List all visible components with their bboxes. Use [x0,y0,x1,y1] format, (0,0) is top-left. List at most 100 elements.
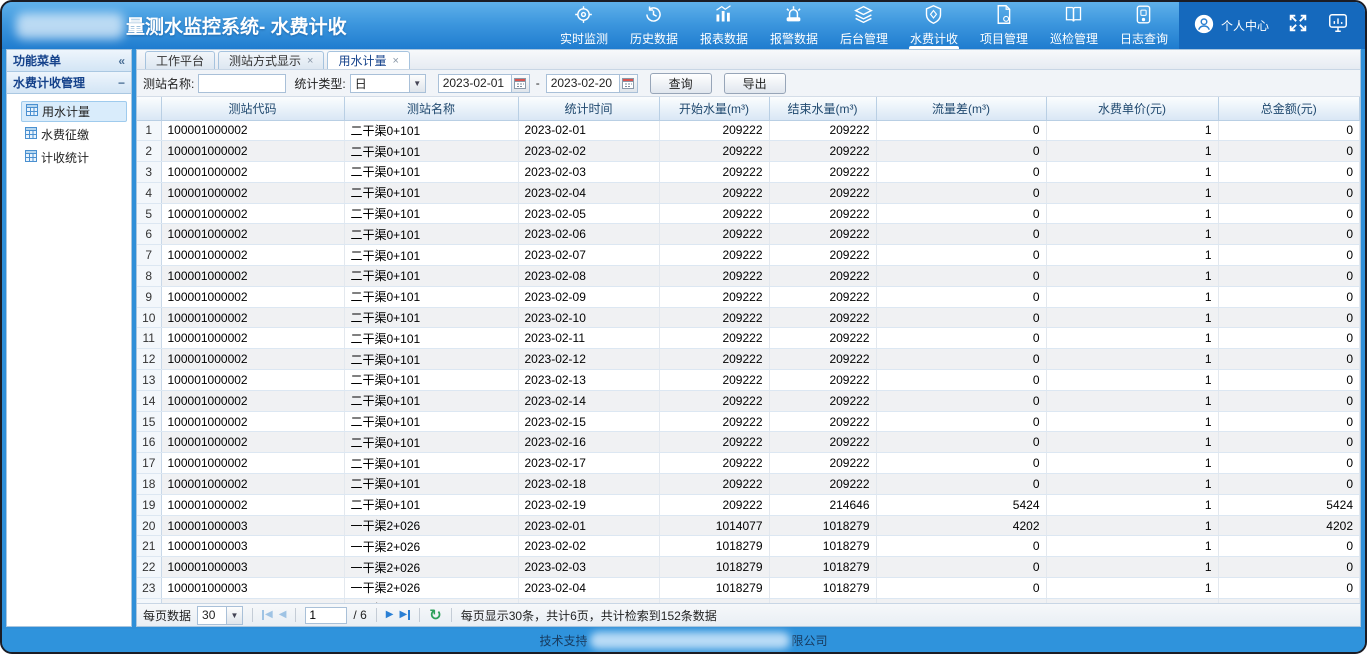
column-header-flow-diff[interactable]: 流量差(m³) [876,97,1046,120]
table-row[interactable]: 18100001000002二干渠0+1012023-02-1820922220… [137,474,1360,495]
sidebar-item-label: 水费征缴 [41,126,89,143]
table-cell: 二干渠0+101 [344,286,518,307]
column-header-station-code[interactable]: 测站代码 [161,97,344,120]
column-header-end-volume[interactable]: 结束水量(m³) [769,97,876,120]
sidebar-item-water-metering[interactable]: 用水计量 [21,101,127,122]
table-row[interactable]: 23100001000003一干渠2+0262023-02-0410182791… [137,578,1360,599]
column-header-stat-time[interactable]: 统计时间 [518,97,659,120]
nav-item-projects[interactable]: 项目管理 [969,2,1039,49]
nav-item-waterfee[interactable]: 水费计收 [899,2,969,49]
prev-page-icon[interactable]: ◀ [279,610,287,620]
close-icon[interactable]: × [392,55,398,67]
column-header-station-name[interactable]: 测站名称 [344,97,518,120]
row-number: 21 [137,536,161,557]
app-title-wrap: 量测水监控系统- 水费计收 [16,12,347,39]
sidebar-item-label: 用水计量 [42,103,90,120]
table-row[interactable]: 15100001000002二干渠0+1012023-02-1520922220… [137,411,1360,432]
table-row[interactable]: 19100001000002二干渠0+1012023-02-1920922221… [137,494,1360,515]
divider [252,608,253,622]
table-row[interactable]: 22100001000003一干渠2+0262023-02-0310182791… [137,557,1360,578]
date-to-field[interactable]: 2023-02-20 [546,74,638,93]
row-number: 2 [137,141,161,162]
first-page-icon[interactable]: ◀ [262,610,273,620]
nav-item-admin[interactable]: 后台管理 [829,2,899,49]
table-row[interactable]: 20100001000003一干渠2+0262023-02-0110140771… [137,515,1360,536]
table-row[interactable]: 3100001000002二干渠0+1012023-02-03209222209… [137,162,1360,183]
sidebar-collapse-icon[interactable]: « [118,54,125,68]
column-header-start-volume[interactable]: 开始水量(m³) [659,97,769,120]
table-cell: 209222 [769,328,876,349]
export-button[interactable]: 导出 [724,73,786,94]
header-user-block: 个人中心 [1179,2,1365,49]
table-cell: 1 [1046,203,1218,224]
table-row[interactable]: 21100001000003一干渠2+0262023-02-0210182791… [137,536,1360,557]
date-from-field[interactable]: 2023-02-01 [438,74,530,93]
table-cell: 2023-02-16 [518,432,659,453]
table-row[interactable]: 8100001000002二干渠0+1012023-02-08209222209… [137,266,1360,287]
section-collapse-icon[interactable]: − [118,76,125,90]
sidebar-item-fee-collection[interactable]: 水费征缴 [21,124,127,145]
nav-item-history[interactable]: 历史数据 [619,2,689,49]
tab-water-metering[interactable]: 用水计量 × [327,51,409,69]
layers-icon [853,4,874,28]
table-row[interactable]: 11100001000002二干渠0+1012023-02-1120922220… [137,328,1360,349]
calendar-icon[interactable] [511,75,529,92]
table-row[interactable]: 14100001000002二干渠0+1012023-02-1420922220… [137,390,1360,411]
dashboard-button[interactable] [1327,12,1349,39]
nav-item-inspection[interactable]: 巡检管理 [1039,2,1109,49]
table-cell: 100001000002 [161,266,344,287]
personal-center-button[interactable]: 个人中心 [1193,13,1269,38]
station-name-input[interactable] [198,74,286,93]
table-row[interactable]: 12100001000002二干渠0+1012023-02-1220922220… [137,349,1360,370]
table-row[interactable]: 10100001000002二干渠0+1012023-02-1020922220… [137,307,1360,328]
page-size-select[interactable]: 30 ▼ [197,606,243,625]
sidebar-item-statistics[interactable]: 计收统计 [21,147,127,168]
nav-item-alarms[interactable]: 报警数据 [759,2,829,49]
table-cell: 二干渠0+101 [344,162,518,183]
sidebar-section-header[interactable]: 水费计收管理 − [7,72,131,94]
nav-item-realtime[interactable]: 实时监测 [549,2,619,49]
table-row[interactable]: 17100001000002二干渠0+1012023-02-1720922220… [137,453,1360,474]
column-header-total-amount[interactable]: 总金额(元) [1218,97,1360,120]
query-button[interactable]: 查询 [650,73,712,94]
table-row[interactable]: 6100001000002二干渠0+1012023-02-06209222209… [137,224,1360,245]
table-row[interactable]: 5100001000002二干渠0+1012023-02-05209222209… [137,203,1360,224]
close-icon[interactable]: × [307,55,313,67]
nav-item-logs[interactable]: 日志查询 [1109,2,1179,49]
table-cell: 209222 [769,286,876,307]
table-row[interactable]: 1100001000002二干渠0+1012023-02-01209222209… [137,120,1360,141]
chevron-down-icon[interactable]: ▼ [409,75,425,92]
target-icon [573,4,594,28]
table-row[interactable]: 7100001000002二干渠0+1012023-02-07209222209… [137,245,1360,266]
table-row[interactable]: 2100001000002二干渠0+1012023-02-02209222209… [137,141,1360,162]
nav-item-reports[interactable]: 报表数据 [689,2,759,49]
history-clock-icon [643,4,664,28]
tab-station-display[interactable]: 测站方式显示 × [218,51,324,69]
page-number-input[interactable] [305,607,347,624]
fullscreen-button[interactable] [1287,12,1309,39]
tab-bar: 工作平台 测站方式显示 × 用水计量 × [137,50,1360,70]
table-cell: 二干渠0+101 [344,266,518,287]
table-cell: 2023-02-03 [518,162,659,183]
table-row[interactable]: 9100001000002二干渠0+1012023-02-09209222209… [137,286,1360,307]
nav-label: 日志查询 [1120,30,1168,47]
tab-work-platform[interactable]: 工作平台 [145,51,215,69]
stat-type-select[interactable]: 日 ▼ [350,74,426,93]
table-cell: 1018279 [659,557,769,578]
refresh-icon[interactable]: ↻ [429,608,442,623]
table-row[interactable]: 4100001000002二干渠0+1012023-02-04209222209… [137,182,1360,203]
column-header-unit-price[interactable]: 水费单价(元) [1046,97,1218,120]
table-grid-icon [25,127,37,142]
table-cell: 1 [1046,266,1218,287]
next-page-icon[interactable]: ▶ [386,610,394,620]
last-page-icon[interactable]: ▶ [399,610,410,620]
total-pages-label: / 6 [353,608,366,622]
table-row[interactable]: 16100001000002二干渠0+1012023-02-1620922220… [137,432,1360,453]
table-cell: 100001000002 [161,474,344,495]
row-number: 22 [137,557,161,578]
chevron-down-icon[interactable]: ▼ [226,607,242,624]
table-row[interactable]: 13100001000002二干渠0+1012023-02-1320922220… [137,370,1360,391]
calendar-icon[interactable] [619,75,637,92]
sidebar-menu-header: 功能菜单 « [7,50,131,72]
nav-label: 报警数据 [770,30,818,47]
